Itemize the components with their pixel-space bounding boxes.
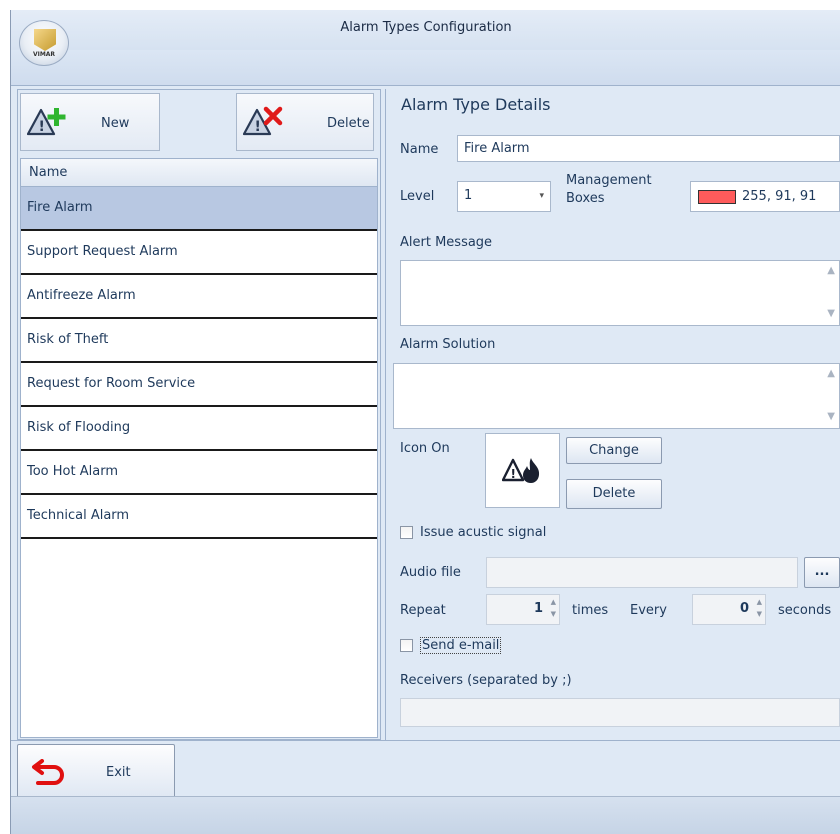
warning-add-icon: ! [27, 108, 66, 136]
audio-file-field[interactable] [486, 557, 798, 588]
repeat-label: Repeat [400, 603, 446, 618]
alert-message-field[interactable]: ▲ ▼ [400, 260, 840, 326]
list-item[interactable]: Risk of Theft [21, 319, 377, 363]
details-title: Alarm Type Details [401, 95, 551, 114]
exit-button-label: Exit [106, 765, 131, 780]
spin-down-icon[interactable]: ▼ [757, 610, 762, 618]
list-item[interactable]: Support Request Alarm [21, 231, 377, 275]
delete-icon-button[interactable]: Delete [566, 479, 662, 509]
level-select[interactable]: 1 ▾ [457, 181, 551, 212]
alarm-type-details-panel: Alarm Type Details Name Fire Alarm Level… [385, 89, 840, 740]
fire-alarm-icon-preview: ! [485, 433, 560, 508]
spin-up-icon[interactable]: ▲ [757, 598, 762, 606]
alert-message-label: Alert Message [400, 235, 493, 250]
list-item[interactable]: Request for Room Service [21, 363, 377, 407]
status-bar [11, 796, 840, 834]
send-email-checkbox[interactable] [400, 639, 413, 652]
receivers-label: Receivers (separated by ;) [400, 673, 572, 688]
new-button[interactable]: ! New [20, 93, 160, 151]
alarm-type-list: Name Fire Alarm Support Request Alarm An… [20, 158, 378, 738]
level-label: Level [400, 189, 435, 204]
ribbon-bar [11, 50, 840, 86]
every-label: Every [630, 603, 667, 618]
exit-button[interactable]: Exit [17, 744, 175, 802]
alarm-solution-scrollbar[interactable]: ▲ ▼ [821, 364, 839, 428]
icon-on-label: Icon On [400, 441, 450, 456]
seconds-label: seconds [778, 603, 832, 618]
receivers-field[interactable] [400, 698, 840, 727]
svg-text:!: ! [255, 119, 261, 135]
management-boxes-label-line2: Boxes [566, 191, 605, 206]
repeat-value: 1 [533, 601, 543, 616]
list-item[interactable]: Antifreeze Alarm [21, 275, 377, 319]
fire-alarm-icon: ! [502, 458, 540, 483]
alert-message-scrollbar[interactable]: ▲ ▼ [821, 261, 839, 325]
title-bar: Alarm Types Configuration [11, 10, 840, 50]
times-label: times [572, 603, 609, 618]
delete-button-label: Delete [327, 116, 370, 131]
name-field[interactable]: Fire Alarm [457, 135, 840, 162]
vimar-logo-icon [34, 29, 56, 51]
scroll-up-icon[interactable]: ▲ [827, 368, 835, 379]
spin-down-icon[interactable]: ▼ [551, 610, 556, 618]
exit-arrow-icon [32, 759, 64, 785]
browse-audio-button[interactable]: ... [804, 557, 840, 588]
warning-delete-icon: ! [243, 106, 283, 136]
bottom-bar: Exit [11, 740, 840, 802]
scroll-up-icon[interactable]: ▲ [827, 265, 835, 276]
alarm-list-panel: ! New ! Delete Name Fire Alarm Support R… [17, 89, 381, 740]
window-title: Alarm Types Configuration [340, 20, 512, 35]
list-item[interactable]: Technical Alarm [21, 495, 377, 539]
scroll-down-icon[interactable]: ▼ [827, 308, 835, 319]
audio-file-label: Audio file [400, 565, 461, 580]
alarm-solution-field[interactable]: ▲ ▼ [393, 363, 840, 429]
level-value: 1 [464, 188, 473, 203]
send-email-label: Send e-mail [420, 637, 502, 654]
issue-acustic-checkbox[interactable] [400, 526, 413, 539]
list-item[interactable]: Fire Alarm [21, 187, 377, 231]
list-item[interactable]: Risk of Flooding [21, 407, 377, 451]
issue-acustic-label: Issue acustic signal [420, 525, 547, 540]
color-swatch [698, 189, 736, 204]
change-icon-button[interactable]: Change [566, 437, 662, 464]
management-boxes-label-line1: Management [566, 173, 652, 188]
color-value: 255, 91, 91 [742, 189, 817, 204]
list-item[interactable]: Too Hot Alarm [21, 451, 377, 495]
repeat-spinner[interactable]: 1 ▲ ▼ [486, 594, 560, 625]
new-button-label: New [101, 116, 130, 131]
spin-up-icon[interactable]: ▲ [551, 598, 556, 606]
alarm-types-window: Alarm Types Configuration VIMAR ! New ! … [10, 10, 840, 834]
app-menu-button[interactable]: VIMAR [19, 20, 69, 66]
app-logo-text: VIMAR [32, 51, 56, 58]
svg-text:!: ! [511, 467, 516, 481]
chevron-down-icon: ▾ [539, 191, 544, 201]
every-value: 0 [739, 601, 749, 616]
every-spinner[interactable]: 0 ▲ ▼ [692, 594, 766, 625]
name-label: Name [400, 142, 439, 157]
alarm-solution-label: Alarm Solution [400, 337, 496, 352]
delete-button[interactable]: ! Delete [236, 93, 374, 151]
scroll-down-icon[interactable]: ▼ [827, 411, 835, 422]
management-boxes-color-picker[interactable]: 255, 91, 91 [690, 181, 840, 212]
list-header-name[interactable]: Name [21, 159, 377, 187]
svg-text:!: ! [39, 119, 45, 135]
